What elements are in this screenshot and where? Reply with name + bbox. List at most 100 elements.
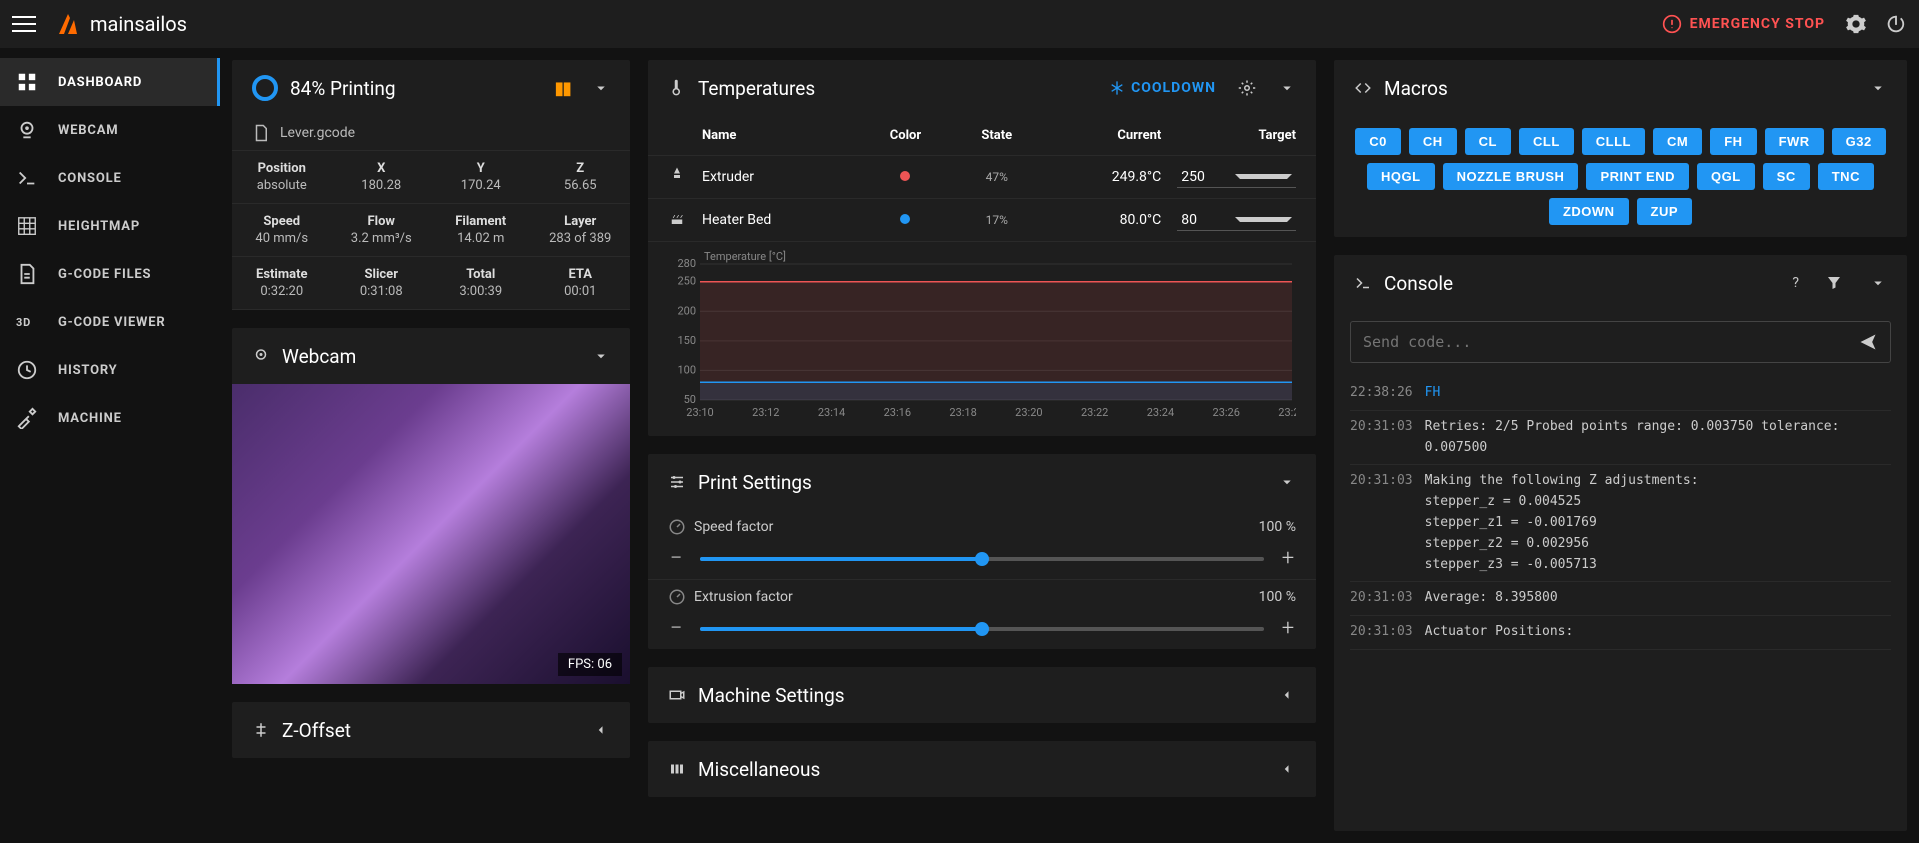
log-entry: 22:38:26FH xyxy=(1350,377,1891,411)
macro-button[interactable]: CM xyxy=(1653,128,1702,155)
webcam-feed: FPS: 06 xyxy=(232,384,630,684)
misc-toggle[interactable]: Miscellaneous xyxy=(648,741,1316,797)
zoffset-panel: Z-Offset xyxy=(232,702,630,758)
slider-minus[interactable]: − xyxy=(668,546,684,571)
macro-button[interactable]: SC xyxy=(1763,163,1810,190)
emergency-stop-button[interactable]: EMERGENCY STOP xyxy=(1662,14,1825,34)
macro-button[interactable]: QGL xyxy=(1697,163,1755,190)
temperature-chart: Temperature [°C]5010015020025028023:1023… xyxy=(648,242,1316,436)
machine-settings-toggle[interactable]: Machine Settings xyxy=(648,667,1316,723)
stat-value: 3:00:39 xyxy=(435,284,527,299)
zoffset-toggle[interactable]: Z-Offset xyxy=(232,702,630,758)
tune-icon xyxy=(668,473,686,491)
log-time: 20:31:03 xyxy=(1350,588,1413,609)
camera-icon xyxy=(668,686,686,704)
mainsail-logo-icon xyxy=(56,12,80,36)
heater-target-input[interactable]: 250 xyxy=(1177,167,1296,188)
send-icon[interactable] xyxy=(1858,332,1878,352)
macro-button[interactable]: NOZZLE BRUSH xyxy=(1443,163,1579,190)
svg-text:23:22: 23:22 xyxy=(1081,406,1108,419)
heater-current: 249.8°C xyxy=(1042,156,1169,199)
filter-icon[interactable] xyxy=(1825,274,1843,292)
macro-button[interactable]: CLL xyxy=(1519,128,1574,155)
nav-gcode-files[interactable]: G-CODE FILES xyxy=(0,250,220,298)
slider-value: 100 % xyxy=(1259,519,1296,535)
macro-button[interactable]: TNC xyxy=(1818,163,1874,190)
macro-button[interactable]: HQGL xyxy=(1367,163,1435,190)
progress-ring-icon xyxy=(252,75,278,101)
slider-plus[interactable]: + xyxy=(1280,546,1296,571)
menu-toggle[interactable] xyxy=(12,12,36,36)
macros-panel: Macros C0CHCLCLLCLLLCMFHFWRG32HQGLNOZZLE… xyxy=(1334,60,1907,237)
stat-value: 40 mm/s xyxy=(236,231,328,246)
help-icon[interactable]: ? xyxy=(1792,275,1799,291)
macro-button[interactable]: C0 xyxy=(1355,128,1401,155)
webcam-icon xyxy=(252,347,270,365)
slider-track[interactable] xyxy=(700,627,1264,631)
chevron-down-icon[interactable] xyxy=(1869,274,1887,292)
macro-button[interactable]: G32 xyxy=(1832,128,1886,155)
chevron-down-icon[interactable] xyxy=(1278,473,1296,491)
chevron-down-icon[interactable] xyxy=(592,347,610,365)
heater-current: 80.0°C xyxy=(1042,199,1169,242)
log-time: 20:31:03 xyxy=(1350,622,1413,643)
pause-button[interactable]: ▮▮ xyxy=(554,78,570,99)
nav-machine[interactable]: MACHINE xyxy=(0,394,220,442)
chevron-down-icon[interactable] xyxy=(1278,79,1296,97)
console-input[interactable] xyxy=(1363,333,1848,351)
power-icon[interactable] xyxy=(1885,13,1907,35)
heater-row: Heater Bed 17% 80.0°C 80 xyxy=(648,199,1316,242)
alert-icon xyxy=(1662,14,1682,34)
stat-value: 3.2 mm³/s xyxy=(336,231,428,246)
heater-target-input[interactable]: 80 xyxy=(1177,210,1296,231)
chevron-left-icon xyxy=(1278,760,1296,778)
svg-text:23:18: 23:18 xyxy=(949,406,976,419)
stat-label: Speed xyxy=(236,214,328,229)
heater-icon xyxy=(648,199,694,242)
macro-button[interactable]: CLLL xyxy=(1582,128,1645,155)
nav-heightmap[interactable]: HEIGHTMAP xyxy=(0,202,220,250)
console-input-wrapper xyxy=(1350,321,1891,363)
dip-switch-icon xyxy=(668,760,686,778)
svg-text:23:24: 23:24 xyxy=(1147,406,1174,419)
snowflake-icon xyxy=(1109,80,1125,96)
log-entry: 20:31:03Retries: 2/5 Probed points range… xyxy=(1350,411,1891,466)
chevron-down-icon[interactable] xyxy=(592,79,610,97)
stat-label: Slicer xyxy=(336,267,428,282)
stat-value: 56.65 xyxy=(535,178,627,193)
log-entry: 20:31:03Making the following Z adjustmen… xyxy=(1350,465,1891,582)
nav-dashboard[interactable]: DASHBOARD xyxy=(0,58,220,106)
macro-button[interactable]: FWR xyxy=(1765,128,1824,155)
cooldown-button[interactable]: COOLDOWN xyxy=(1109,80,1216,96)
heater-state: 47% xyxy=(951,156,1042,199)
svg-text:23:26: 23:26 xyxy=(1213,406,1240,419)
slider-label: Speed factor xyxy=(694,519,773,535)
file-row: Lever.gcode xyxy=(232,116,630,151)
chevron-down-icon[interactable] xyxy=(1869,79,1887,97)
log-entry: 20:31:03Average: 8.395800 xyxy=(1350,582,1891,616)
macro-button[interactable]: PRINT END xyxy=(1586,163,1689,190)
color-dot xyxy=(900,214,910,224)
settings-icon[interactable] xyxy=(1845,13,1867,35)
temperatures-panel: Temperatures COOLDOWN NameColorStateCurr… xyxy=(648,60,1316,436)
stat-label: ETA xyxy=(535,267,627,282)
log-message: FH xyxy=(1425,383,1441,404)
macro-button[interactable]: FH xyxy=(1710,128,1756,155)
nav-console[interactable]: CONSOLE xyxy=(0,154,220,202)
log-entry: 20:31:03Actuator Positions: xyxy=(1350,616,1891,650)
slider-minus[interactable]: − xyxy=(668,616,684,641)
macro-button[interactable]: CL xyxy=(1465,128,1511,155)
slider-plus[interactable]: + xyxy=(1280,616,1296,641)
nav-history[interactable]: HISTORY xyxy=(0,346,220,394)
gear-icon[interactable] xyxy=(1238,79,1256,97)
macro-button[interactable]: ZUP xyxy=(1637,198,1693,225)
macro-button[interactable]: CH xyxy=(1409,128,1457,155)
heater-name: Extruder xyxy=(694,156,859,199)
macro-button[interactable]: ZDOWN xyxy=(1549,198,1629,225)
stat-value: 0:31:08 xyxy=(336,284,428,299)
stat-value: absolute xyxy=(236,178,328,193)
nav-gcode-viewer[interactable]: 3DG-CODE VIEWER xyxy=(0,298,220,346)
filename: Lever.gcode xyxy=(280,125,355,141)
nav-webcam[interactable]: WEBCAM xyxy=(0,106,220,154)
slider-track[interactable] xyxy=(700,557,1264,561)
